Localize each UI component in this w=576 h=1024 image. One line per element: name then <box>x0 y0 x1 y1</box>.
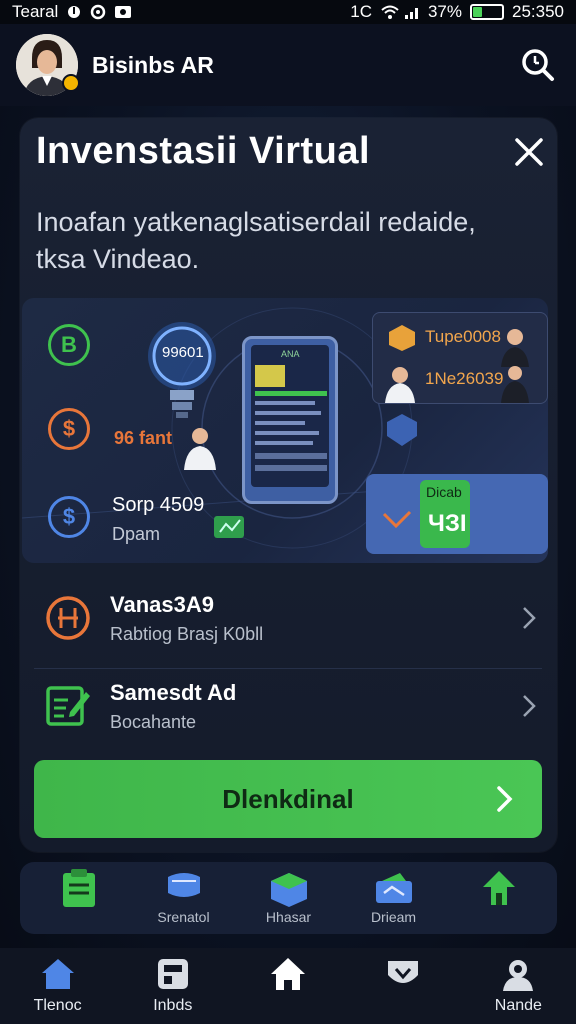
promo-card: Tupe0008 1Ne26039 <box>372 312 548 404</box>
clock: 25:350 <box>512 2 564 21</box>
chevron-right-icon <box>523 607 536 629</box>
cube-icon <box>389 325 415 351</box>
chart-arrow-icon <box>382 510 412 529</box>
phone-header: ANA <box>281 349 300 359</box>
battery-percent: 37% <box>427 2 462 21</box>
status-bar: Tearal 1C 37% 25:350 <box>0 0 576 24</box>
heart-shield-icon <box>388 961 419 983</box>
stat-label: Dpam <box>112 524 161 544</box>
person-illustration <box>184 428 216 470</box>
lightbulb-icon <box>148 322 216 418</box>
shield-box-icon <box>387 414 417 446</box>
chat-icon <box>167 873 200 897</box>
virtual-investment-card: Invenstasii Virtual Inoafan yatkenaglsat… <box>20 118 557 852</box>
nav-label: Tlenoc <box>33 997 82 1014</box>
list-item-vanas[interactable]: Vanas3A9 Rabtiog Brasj K0bll <box>20 570 557 666</box>
app-header: Bisinbs AR <box>0 24 576 106</box>
chevron-right-icon <box>523 695 536 717</box>
camera-icon <box>114 4 132 20</box>
search-button[interactable] <box>516 43 560 87</box>
edit-document-icon <box>46 686 90 726</box>
dollar-coin-icon: $ <box>48 408 90 450</box>
wallet-icon <box>375 873 412 903</box>
clipboard-icon <box>62 869 95 907</box>
card-title: Invenstasii Virtual <box>36 130 371 172</box>
phone-mockup: ANA <box>242 336 338 504</box>
download-button-label: Dlenkdinal <box>222 783 354 814</box>
home-icon <box>41 959 74 989</box>
quick-item-home-arrow[interactable] <box>449 867 549 929</box>
quick-item-drieam[interactable]: Drieam <box>344 871 444 925</box>
network-label: 1C <box>350 2 372 21</box>
list-item-title: Samesdt Ad <box>110 679 237 705</box>
quick-label: Drieam <box>370 909 417 925</box>
profile-icon <box>503 960 534 991</box>
sync-icon <box>90 4 106 20</box>
quick-item-clipboard[interactable] <box>29 867 129 929</box>
list-item-subtitle: Rabtiog Brasj K0bll <box>110 623 264 644</box>
business-people-illustration <box>501 329 529 403</box>
quick-item-srenatol[interactable]: Srenatol <box>134 871 234 925</box>
search-icon <box>522 49 554 81</box>
app-name: Bisinbs AR <box>92 51 214 78</box>
investment-illustration: B $ $ 96 fant Sorp 4509 Dpam 99601 ANA T… <box>22 298 548 563</box>
tile-bottom: ЧЗI <box>428 510 467 537</box>
download-button[interactable]: Dlenkdinal <box>34 760 542 838</box>
list-item-samesdt[interactable]: Samesdt Ad Bocahante <box>20 658 557 754</box>
nav-item-tlenoc[interactable]: Tlenoc <box>3 957 113 1015</box>
nav-item-house[interactable] <box>233 956 343 1016</box>
green-tile-panel: Dicab ЧЗI <box>366 474 548 554</box>
signal-icon <box>404 4 420 20</box>
nav-item-nande[interactable]: Nande <box>463 957 573 1015</box>
bulb-value: 99601 <box>162 344 204 361</box>
quick-actions-bar: Srenatol Hhasar Drieam <box>20 862 557 934</box>
card-description: Inoafan yatkenaglsatiserdail redaide, tk… <box>36 207 476 274</box>
stat-value: Sorp 4509 <box>112 494 205 516</box>
nav-item-inbds[interactable]: Inbds <box>118 957 228 1015</box>
quick-item-hhasar[interactable]: Hhasar <box>239 871 339 925</box>
nav-label: Nande <box>494 997 542 1014</box>
tile-top: Dicab <box>426 484 462 500</box>
chevron-right-icon <box>497 786 513 812</box>
box-icon <box>270 873 307 907</box>
currency-coin-icon <box>46 596 90 640</box>
nav-label: Inbds <box>153 997 193 1014</box>
promo-top: Tupe0008 <box>425 327 501 346</box>
coin-caption: 96 fant <box>114 428 173 448</box>
battery-icon <box>470 4 504 20</box>
bitcoin-coin-icon: B <box>48 324 90 366</box>
quick-label: Srenatol <box>157 909 210 925</box>
grid-icon <box>157 959 188 989</box>
quick-label: Hhasar <box>265 909 312 925</box>
person-avatar-illustration <box>385 367 415 403</box>
phone-dashboard <box>255 365 327 471</box>
list-item-subtitle: Bocahante <box>110 711 197 732</box>
carrier-label: Tearal <box>12 2 59 21</box>
money-icon <box>214 516 244 538</box>
nav-item-shield[interactable] <box>348 957 458 1015</box>
wifi-icon <box>380 4 399 20</box>
home-arrow-icon <box>482 871 515 905</box>
notification-icon <box>66 4 82 20</box>
avatar[interactable] <box>16 34 80 96</box>
list-item-title: Vanas3A9 <box>110 591 214 617</box>
avatar-badge <box>62 74 80 92</box>
close-icon[interactable] <box>511 134 547 170</box>
bottom-navigation: Tlenoc Inbds Nande <box>0 948 576 1024</box>
house-icon <box>270 958 305 990</box>
dollar-coin-blue-icon: $ <box>48 496 90 538</box>
